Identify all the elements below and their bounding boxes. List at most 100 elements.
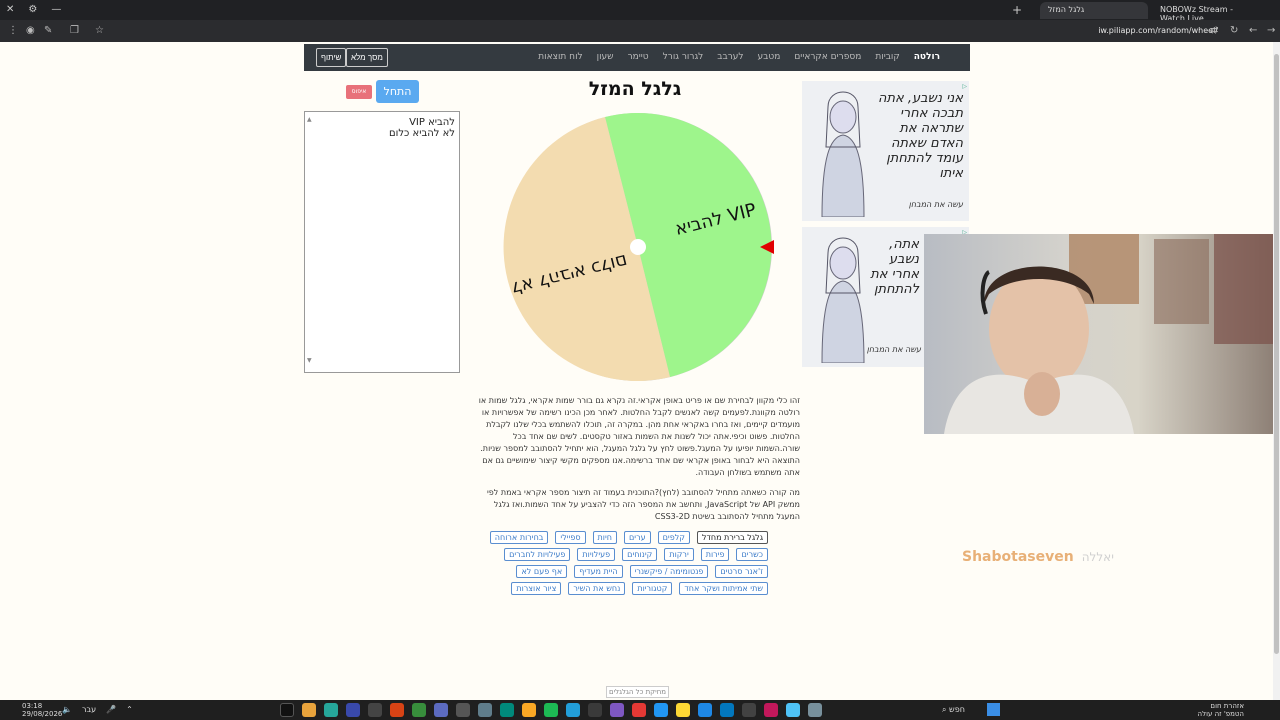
- ad-banner-top[interactable]: ▷ אני נשבע, אתה תבכה אחרי שתראה את האדם …: [802, 81, 969, 221]
- webcam-image: [944, 234, 1280, 434]
- extensions-icon[interactable]: ✎: [44, 25, 52, 36]
- preset-tag[interactable]: פנטומימה / פיקשנרי: [629, 565, 709, 578]
- preset-tag[interactable]: בחירות ארוחה: [489, 531, 549, 544]
- copy-icon[interactable]: ❐: [70, 25, 79, 36]
- webcam-overlay: [924, 234, 1280, 434]
- back-icon[interactable]: →: [1267, 25, 1275, 36]
- windows-start-icon[interactable]: [987, 703, 1000, 716]
- tiktok-icon[interactable]: [280, 703, 294, 717]
- speaker-icon[interactable]: 🔈: [62, 705, 72, 714]
- preset-tag[interactable]: פעילויות: [577, 548, 616, 561]
- ad-cta[interactable]: עשה את המבחן: [867, 345, 921, 354]
- preset-tag[interactable]: ירקות: [664, 548, 694, 561]
- preset-tag[interactable]: חיות: [592, 531, 617, 544]
- nav-item[interactable]: לערבב: [717, 52, 743, 62]
- preset-tag[interactable]: אף פעם לא: [516, 565, 568, 578]
- entries-textarea[interactable]: ▲ להביא VIP לא להביא כלום ▼: [304, 111, 460, 373]
- word-icon[interactable]: [698, 703, 712, 717]
- nav-item[interactable]: מטבע: [758, 52, 781, 62]
- profile-icon[interactable]: ◉: [26, 25, 35, 36]
- fortune-wheel[interactable]: להביא VIP לא להביא כלום: [502, 111, 774, 383]
- app-icon[interactable]: [412, 703, 426, 717]
- preset-tag[interactable]: קלפים: [657, 531, 690, 544]
- preset-tag[interactable]: פירות: [700, 548, 730, 561]
- minimize-icon[interactable]: —: [51, 4, 61, 16]
- url-field[interactable]: iw.piliapp.com/random/wheel/: [1098, 26, 1218, 35]
- app-icon[interactable]: [478, 703, 492, 717]
- chevron-up-icon[interactable]: ⌃: [126, 705, 133, 714]
- system-tray: 🔈 עבר 🎤 ⌃: [62, 705, 133, 714]
- chrome-icon[interactable]: [302, 703, 316, 717]
- language-indicator[interactable]: עבר: [82, 705, 96, 714]
- nav-item[interactable]: שעון: [597, 52, 614, 62]
- nav-item[interactable]: קוביות: [875, 52, 899, 62]
- app-icon[interactable]: [456, 703, 470, 717]
- nav-brand[interactable]: רולטה: [914, 52, 940, 62]
- preset-tags: גלגל ברירת מחדל קלפים ערים חיות ספיילי ב…: [478, 531, 768, 595]
- preset-tag[interactable]: ז'אנר סרטים: [715, 565, 768, 578]
- settings-icon[interactable]: ⚙: [28, 4, 37, 16]
- preset-tag[interactable]: נחש את השיר: [568, 582, 626, 595]
- site-settings-icon[interactable]: ⇄: [1210, 25, 1218, 36]
- tab-other[interactable]: NOBOWz Stream - Watch Live: [1152, 2, 1252, 23]
- app-icon[interactable]: [500, 703, 514, 717]
- app-icon[interactable]: [368, 703, 382, 717]
- scroll-down-icon[interactable]: ▼: [307, 355, 312, 366]
- folder-icon[interactable]: [522, 703, 536, 717]
- ad-info-icon[interactable]: ▷: [962, 83, 967, 90]
- nav-item[interactable]: לוח תוצאות: [538, 52, 582, 62]
- app-icon[interactable]: [434, 703, 448, 717]
- app-icon[interactable]: [324, 703, 338, 717]
- preset-tag[interactable]: היית מעדיף: [574, 565, 623, 578]
- app-icon[interactable]: [676, 703, 690, 717]
- preset-tag[interactable]: ספיילי: [555, 531, 586, 544]
- nav-item[interactable]: מספרים אקראיים: [794, 52, 861, 62]
- address-bar: ⋮ ◉ ✎ ❐ ☆ iw.piliapp.com/random/wheel/ ⇄…: [0, 20, 1280, 42]
- preset-tag[interactable]: כשרים: [736, 548, 768, 561]
- nav-item[interactable]: טיימר: [628, 52, 649, 62]
- app-icon[interactable]: [346, 703, 360, 717]
- ad-cta[interactable]: עשה את המבחן: [909, 200, 963, 209]
- spotify-icon[interactable]: [544, 703, 558, 717]
- brave-icon[interactable]: [390, 703, 404, 717]
- app-icon[interactable]: [742, 703, 756, 717]
- reset-button[interactable]: איפוס: [346, 85, 372, 99]
- scrollbar-thumb[interactable]: [1274, 54, 1279, 654]
- tab-active[interactable]: גלגל המזל: [1040, 2, 1148, 19]
- preset-tag[interactable]: שתי אמיתות ושקר אחד: [679, 582, 768, 595]
- nav-item[interactable]: לגרור גורל: [663, 52, 704, 62]
- edge-icon[interactable]: [720, 703, 734, 717]
- reload-icon[interactable]: ↻: [1230, 25, 1238, 36]
- scroll-up-icon[interactable]: ▲: [307, 114, 312, 125]
- preset-tag[interactable]: קטגוריות: [632, 582, 673, 595]
- instagram-icon[interactable]: [764, 703, 778, 717]
- app-icon[interactable]: [632, 703, 646, 717]
- preset-tag[interactable]: ערים: [623, 531, 651, 544]
- new-tab-icon[interactable]: +: [1012, 3, 1022, 17]
- preset-tag[interactable]: פעילויות לחברים: [504, 548, 571, 561]
- app-icon[interactable]: [610, 703, 624, 717]
- preset-tag[interactable]: ציור אוצרות: [511, 582, 562, 595]
- share-button[interactable]: שיתוף: [316, 48, 347, 67]
- preset-tag[interactable]: קינוחים: [622, 548, 658, 561]
- weather-widget[interactable]: אזהרת חום הטמפ' זה עולה: [1198, 702, 1244, 718]
- bookmark-star-icon[interactable]: ☆: [95, 25, 104, 36]
- taskbar-clock[interactable]: 03:18 29/08/2026: [22, 702, 62, 718]
- telegram-icon[interactable]: [566, 703, 580, 717]
- browser-tab-strip: ✕ ⚙ — + גלגל המזל NOBOWz Stream - Watch …: [0, 0, 1280, 23]
- steam-icon[interactable]: [588, 703, 602, 717]
- delete-wheels-link[interactable]: מחיקת כל הגלגלים: [606, 686, 669, 698]
- close-icon[interactable]: ✕: [6, 4, 14, 16]
- app-icon[interactable]: [786, 703, 800, 717]
- window-controls: ✕ ⚙ —: [6, 4, 61, 16]
- forward-icon[interactable]: ←: [1249, 25, 1257, 36]
- app-icon[interactable]: [654, 703, 668, 717]
- microphone-icon[interactable]: 🎤: [106, 705, 116, 714]
- start-button[interactable]: התחל: [376, 80, 419, 103]
- fullscreen-button[interactable]: מסך מלא: [346, 48, 388, 67]
- taskbar-search[interactable]: ⌕ חפש: [942, 705, 965, 715]
- more-icon[interactable]: ⋮: [8, 25, 18, 36]
- preset-tag[interactable]: גלגל ברירת מחדל: [696, 531, 768, 544]
- app-icon[interactable]: [808, 703, 822, 717]
- page-scrollbar[interactable]: [1273, 42, 1280, 700]
